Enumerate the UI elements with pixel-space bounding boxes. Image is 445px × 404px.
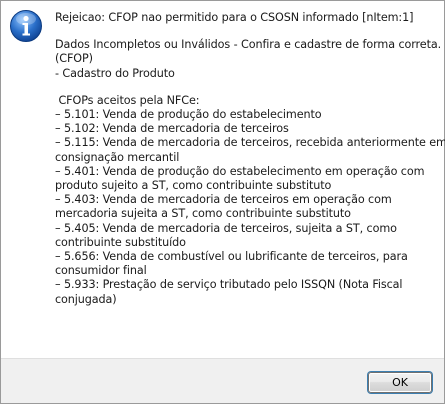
cfop-line: – 5.115: Venda de mercadoria de terceiro… (55, 136, 445, 150)
cfop-line: – 5.933: Prestação de serviço tributado … (55, 278, 403, 292)
cfop-line: – 5.101: Venda de produção do estabeleci… (55, 108, 322, 122)
cfop-line: conjugada) (55, 292, 117, 306)
information-icon (10, 10, 42, 42)
cfop-line: – 5.403: Venda de mercadoria de terceiro… (55, 193, 392, 207)
detail-line: (CFOP) (55, 52, 93, 66)
dialog-content: Rejeicao: CFOP nao permitido para o CSOS… (1, 1, 445, 358)
cfop-line: mercadoria sujeita a ST, como contribuin… (55, 207, 351, 221)
cfop-line: consignação mercantil (55, 150, 180, 164)
cfop-line: produto sujeito a ST, como contribuinte … (55, 179, 332, 193)
cfop-line: – 5.102: Venda de mercadoria de terceiro… (55, 122, 289, 136)
button-bar: OK (1, 358, 444, 403)
cfop-line: – 5.656: Venda de combustível ou lubrifi… (55, 250, 408, 264)
error-title: Rejeicao: CFOP nao permitido para o CSOS… (55, 11, 414, 24)
detail-line: Dados Incompletos ou Inválidos - Confira… (55, 38, 442, 52)
message-dialog: Rejeicao: CFOP nao permitido para o CSOS… (0, 0, 445, 404)
ok-button[interactable]: OK (368, 372, 432, 393)
detail-line: - Cadastro do Produto (55, 66, 175, 80)
cfop-line: contribuinte substituído (55, 235, 186, 249)
cfop-line: – 5.401: Venda de produção do estabeleci… (55, 164, 425, 178)
cfop-heading: CFOPs aceitos pela NFCe: (55, 93, 200, 107)
cfop-line: consumidor final (55, 264, 147, 278)
cfop-line: – 5.405: Venda de mercadoria de terceiro… (55, 221, 397, 235)
message-text: Rejeicao: CFOP nao permitido para o CSOS… (55, 11, 445, 307)
